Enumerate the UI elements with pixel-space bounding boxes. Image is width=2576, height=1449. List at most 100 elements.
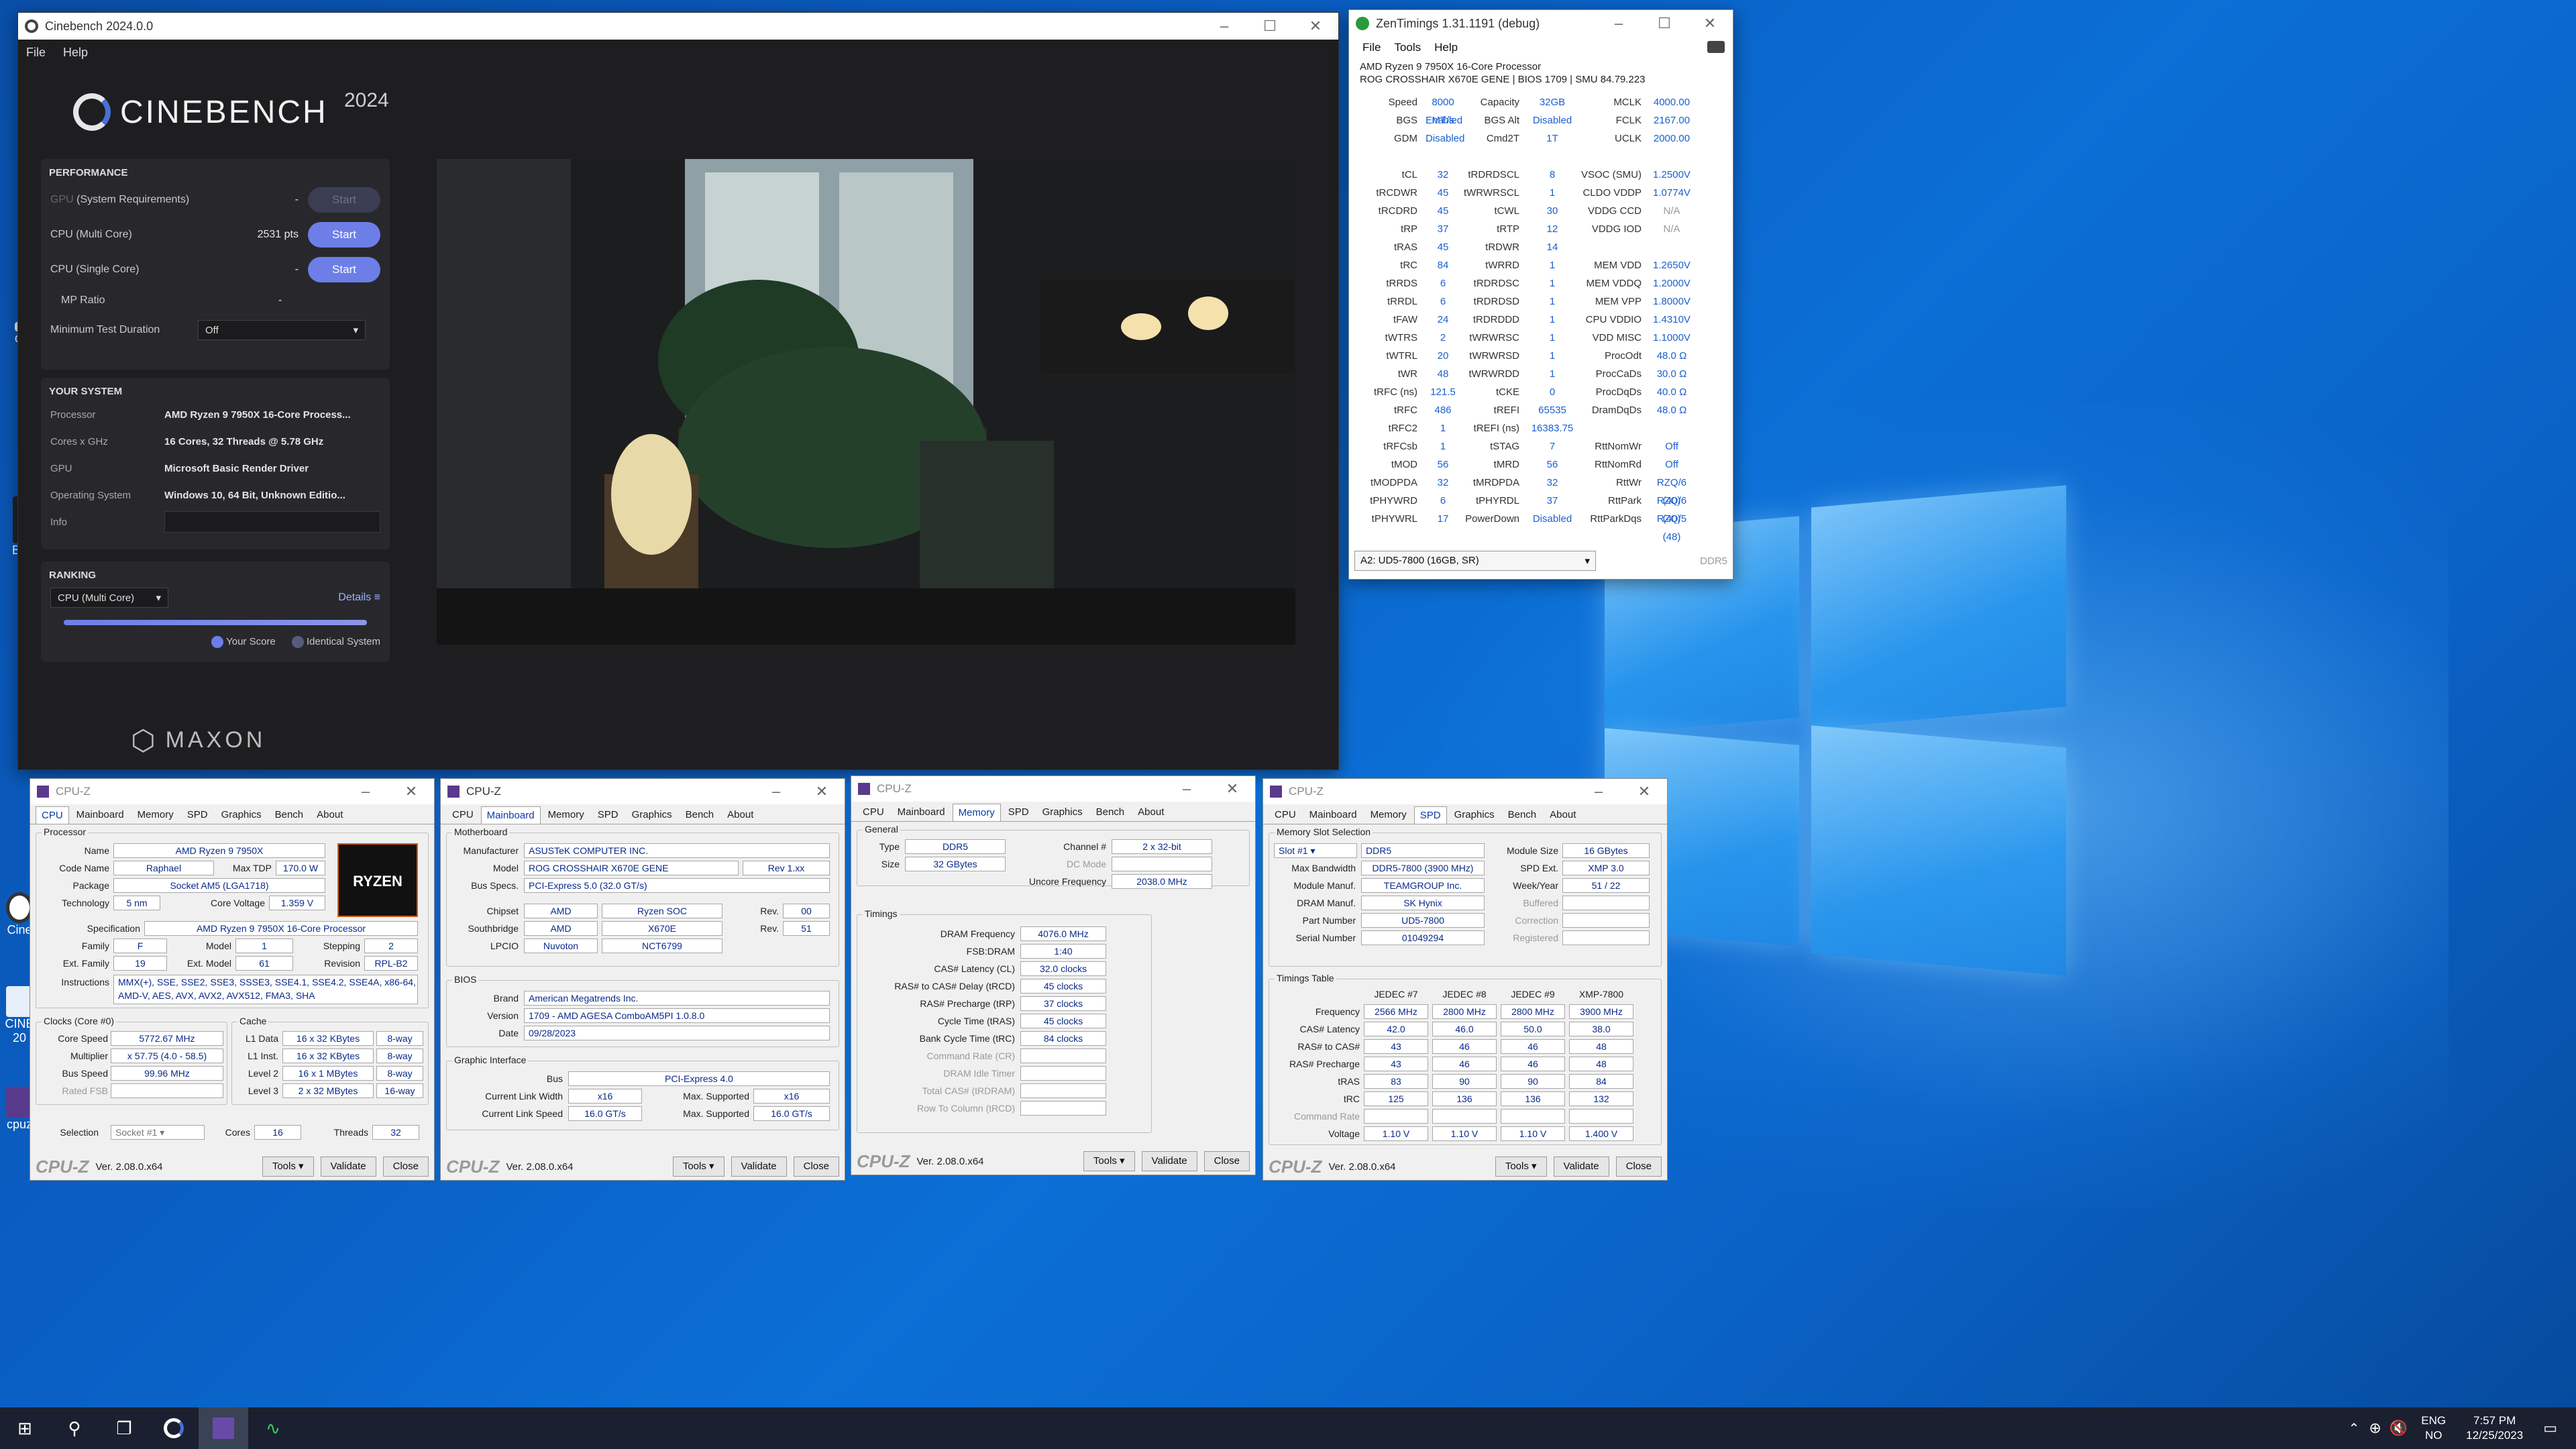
tools-button[interactable]: Tools ▾ bbox=[672, 1157, 724, 1177]
close-window-button[interactable]: Close bbox=[793, 1157, 839, 1177]
info-field[interactable] bbox=[164, 511, 380, 533]
clock[interactable]: 7:57 PM 12/25/2023 bbox=[2466, 1413, 2523, 1443]
tab-mainboard[interactable]: Mainboard bbox=[70, 806, 130, 824]
minimize-button[interactable]: – bbox=[1164, 780, 1210, 798]
close-window-button[interactable]: Close bbox=[1203, 1151, 1250, 1171]
tab-bench[interactable]: Bench bbox=[680, 806, 720, 824]
timing-value bbox=[1020, 1101, 1106, 1116]
group-title: Motherboard bbox=[452, 826, 510, 837]
minimize-button[interactable]: – bbox=[753, 783, 799, 800]
tab-mainboard[interactable]: Mainboard bbox=[892, 803, 951, 821]
maximize-button[interactable]: ☐ bbox=[1642, 15, 1687, 32]
screenshot-icon[interactable] bbox=[1707, 41, 1725, 53]
group-title: Processor bbox=[42, 826, 89, 837]
field-bios-date: 09/28/2023 bbox=[524, 1026, 830, 1040]
close-button[interactable]: ✕ bbox=[1621, 783, 1667, 800]
tab-graphics[interactable]: Graphics bbox=[1036, 803, 1089, 821]
tab-bench[interactable]: Bench bbox=[1502, 806, 1543, 824]
tab-graphics[interactable]: Graphics bbox=[215, 806, 268, 824]
ranking-select[interactable]: CPU (Multi Core) ▾ bbox=[50, 588, 168, 608]
validate-button[interactable]: Validate bbox=[1553, 1157, 1609, 1177]
tab-spd[interactable]: SPD bbox=[181, 806, 214, 824]
close-window-button[interactable]: Close bbox=[382, 1157, 429, 1177]
tab-graphics[interactable]: Graphics bbox=[626, 806, 678, 824]
tab-about[interactable]: About bbox=[721, 806, 759, 824]
menu-help[interactable]: Help bbox=[63, 46, 88, 60]
tab-cpu[interactable]: CPU bbox=[36, 806, 69, 824]
tools-button[interactable]: Tools ▾ bbox=[1495, 1157, 1547, 1177]
volume-icon[interactable]: 🔇 bbox=[2390, 1419, 2408, 1437]
tab-graphics[interactable]: Graphics bbox=[1448, 806, 1501, 824]
validate-button[interactable]: Validate bbox=[1141, 1151, 1197, 1171]
field-label: Level 2 bbox=[248, 1068, 278, 1079]
field-label: Correction bbox=[1515, 915, 1558, 926]
socket-select[interactable]: Socket #1 ▾ bbox=[111, 1125, 205, 1140]
circle-icon bbox=[291, 636, 304, 649]
close-button[interactable]: ✕ bbox=[1293, 17, 1338, 35]
taskbar-zentimings[interactable]: ∿ bbox=[248, 1407, 298, 1449]
minimize-button[interactable]: – bbox=[1596, 15, 1642, 32]
tab-mainboard[interactable]: Mainboard bbox=[1303, 806, 1363, 824]
close-button[interactable]: ✕ bbox=[1687, 15, 1733, 32]
tab-cpu[interactable]: CPU bbox=[857, 803, 890, 821]
tools-button[interactable]: Tools ▾ bbox=[1083, 1151, 1135, 1171]
slot-select-value: A2: UD5-7800 (16GB, SR) bbox=[1360, 555, 1479, 566]
taskbar-cpuz[interactable] bbox=[199, 1407, 248, 1449]
menu-file[interactable]: File bbox=[26, 46, 46, 60]
search-button[interactable]: ⚲ bbox=[50, 1407, 99, 1449]
maximize-button[interactable]: ☐ bbox=[1247, 17, 1293, 35]
gpu-requirements-link[interactable]: (System Requirements) bbox=[76, 194, 189, 205]
search-icon: ⚲ bbox=[68, 1417, 81, 1438]
field-specification: AMD Ryzen 9 7950X 16-Core Processor bbox=[144, 921, 418, 936]
timing-label: tREFI bbox=[1493, 405, 1519, 416]
menu-file[interactable]: File bbox=[1362, 41, 1381, 54]
close-button[interactable]: ✕ bbox=[1210, 780, 1255, 798]
duration-select[interactable]: Off ▾ bbox=[198, 320, 366, 340]
notification-icon[interactable]: ▭ bbox=[2543, 1419, 2557, 1437]
single-core-start-button[interactable]: Start bbox=[308, 257, 380, 282]
field-channels: 2 x 32-bit bbox=[1112, 839, 1212, 854]
minimize-button[interactable]: – bbox=[343, 783, 388, 800]
start-button[interactable]: ⊞ bbox=[0, 1407, 50, 1449]
tab-mainboard[interactable]: Mainboard bbox=[480, 806, 541, 824]
field-label: LPCIO bbox=[490, 941, 519, 951]
tab-cpu[interactable]: CPU bbox=[1269, 806, 1302, 824]
slot-select[interactable]: A2: UD5-7800 (16GB, SR) ▾ bbox=[1354, 551, 1596, 571]
minimize-button[interactable]: – bbox=[1576, 783, 1621, 800]
details-button[interactable]: Details ≡ bbox=[338, 592, 380, 604]
tab-memory[interactable]: Memory bbox=[1364, 806, 1413, 824]
close-window-button[interactable]: Close bbox=[1615, 1157, 1662, 1177]
multi-core-start-button[interactable]: Start bbox=[308, 222, 380, 248]
validate-button[interactable]: Validate bbox=[731, 1157, 787, 1177]
chevron-up-icon[interactable]: ⌃ bbox=[2349, 1420, 2360, 1437]
minimize-button[interactable]: – bbox=[1201, 17, 1247, 35]
tab-about[interactable]: About bbox=[1544, 806, 1582, 824]
timings-cell: 3900 MHz bbox=[1569, 1004, 1633, 1019]
tab-spd[interactable]: SPD bbox=[1413, 806, 1447, 824]
task-view-button[interactable]: ❐ bbox=[99, 1407, 149, 1449]
tab-memory[interactable]: Memory bbox=[542, 806, 590, 824]
tab-about[interactable]: About bbox=[1132, 803, 1170, 821]
tab-about[interactable]: About bbox=[311, 806, 349, 824]
tools-button[interactable]: Tools ▾ bbox=[262, 1157, 314, 1177]
tab-bench[interactable]: Bench bbox=[269, 806, 310, 824]
tab-memory[interactable]: Memory bbox=[952, 804, 1001, 821]
menu-tools[interactable]: Tools bbox=[1394, 41, 1421, 54]
tab-spd[interactable]: SPD bbox=[1002, 803, 1035, 821]
taskbar-cinebench[interactable] bbox=[149, 1407, 199, 1449]
tab-bench[interactable]: Bench bbox=[1090, 803, 1131, 821]
validate-button[interactable]: Validate bbox=[320, 1157, 376, 1177]
field-label: Channel # bbox=[1063, 841, 1106, 852]
field-technology: 5 nm bbox=[113, 896, 160, 910]
tab-memory[interactable]: Memory bbox=[131, 806, 180, 824]
tab-cpu[interactable]: CPU bbox=[446, 806, 480, 824]
filter-icon: ≡ bbox=[374, 592, 380, 603]
slot-select[interactable]: Slot #1 ▾ bbox=[1274, 843, 1357, 858]
language-indicator[interactable]: ENG NO bbox=[2421, 1413, 2446, 1443]
close-button[interactable]: ✕ bbox=[388, 783, 434, 800]
close-button[interactable]: ✕ bbox=[799, 783, 845, 800]
tab-spd[interactable]: SPD bbox=[592, 806, 625, 824]
menu-help[interactable]: Help bbox=[1434, 41, 1458, 54]
timing-label: ProcOdt bbox=[1604, 350, 1642, 362]
network-icon[interactable]: ⊕ bbox=[2369, 1419, 2381, 1437]
